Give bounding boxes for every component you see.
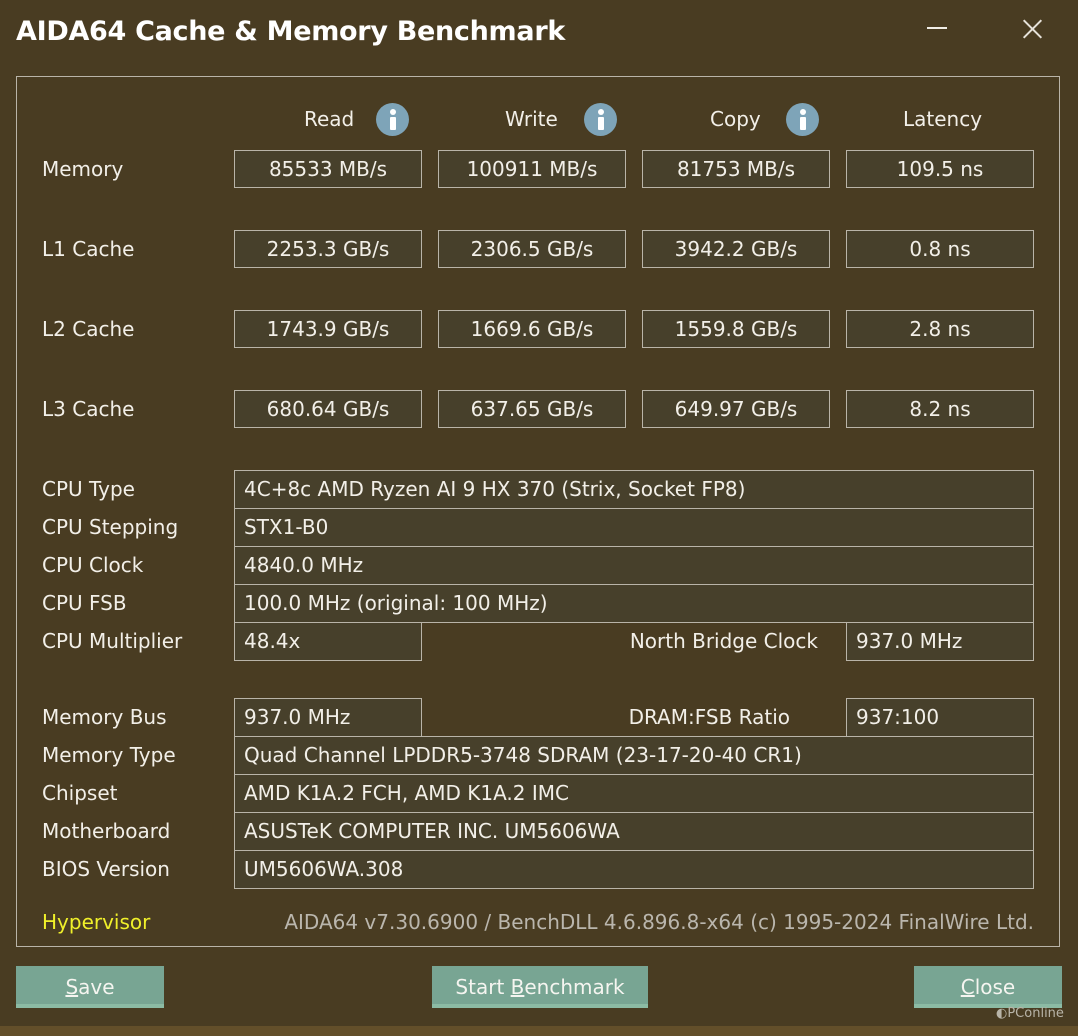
- l1-read-value: 2253.3 GB/s: [234, 230, 422, 268]
- close-button[interactable]: Close: [914, 966, 1062, 1008]
- column-header-latency: Latency: [903, 107, 983, 131]
- close-accel: C: [960, 975, 975, 999]
- north-bridge-clock-value: 937.0 MHz: [846, 622, 1034, 661]
- l2-copy-value: 1559.8 GB/s: [642, 310, 830, 348]
- motherboard-label: Motherboard: [42, 819, 171, 843]
- cpu-stepping-label: CPU Stepping: [42, 515, 179, 539]
- read-info-icon[interactable]: [376, 103, 409, 136]
- memory-bus-label: Memory Bus: [42, 705, 167, 729]
- l2-latency-value: 2.8 ns: [846, 310, 1034, 348]
- column-header-write: Write: [505, 107, 558, 131]
- copy-info-icon[interactable]: [786, 103, 819, 136]
- cpu-type-label: CPU Type: [42, 477, 135, 501]
- memory-type-value: Quad Channel LPDDR5-3748 SDRAM (23-17-20…: [234, 736, 1034, 775]
- column-header-read: Read: [304, 107, 355, 131]
- cpu-type-value: 4C+8c AMD Ryzen AI 9 HX 370 (Strix, Sock…: [234, 470, 1034, 509]
- l1-latency-value: 0.8 ns: [846, 230, 1034, 268]
- cpu-multiplier-label: CPU Multiplier: [42, 629, 183, 653]
- close-label: lose: [974, 975, 1016, 999]
- cpu-stepping-value: STX1-B0: [234, 508, 1034, 547]
- cpu-clock-label: CPU Clock: [42, 553, 144, 577]
- memory-write-value: 100911 MB/s: [438, 150, 626, 188]
- bios-version-label: BIOS Version: [42, 857, 170, 881]
- watermark-text: PConline: [1007, 1006, 1064, 1021]
- minimize-icon[interactable]: [917, 14, 957, 46]
- memory-type-label: Memory Type: [42, 743, 176, 767]
- taskbar-strip: [0, 1026, 1078, 1036]
- start-label-pre: Start: [455, 975, 511, 999]
- dram-fsb-ratio-value: 937:100: [846, 698, 1034, 737]
- memory-read-value: 85533 MB/s: [234, 150, 422, 188]
- chipset-value: AMD K1A.2 FCH, AMD K1A.2 IMC: [234, 774, 1034, 813]
- bios-version-value: UM5606WA.308: [234, 850, 1034, 889]
- l3-latency-value: 8.2 ns: [846, 390, 1034, 428]
- dram-fsb-ratio-label: DRAM:FSB Ratio: [628, 705, 790, 729]
- memory-latency-value: 109.5 ns: [846, 150, 1034, 188]
- save-label: ave: [78, 975, 115, 999]
- watermark-logo-icon: ◐: [996, 1006, 1008, 1021]
- row-label: L2 Cache: [42, 317, 135, 341]
- l1-write-value: 2306.5 GB/s: [438, 230, 626, 268]
- l2-write-value: 1669.6 GB/s: [438, 310, 626, 348]
- start-accel: B: [510, 975, 525, 999]
- chipset-label: Chipset: [42, 781, 118, 805]
- watermark: ◐PConline: [996, 1006, 1064, 1021]
- window-title: AIDA64 Cache & Memory Benchmark: [16, 16, 565, 47]
- row-label: Memory: [42, 157, 124, 181]
- row-label: L1 Cache: [42, 237, 135, 261]
- hypervisor-label: Hypervisor: [42, 910, 151, 934]
- version-text: AIDA64 v7.30.6900 / BenchDLL 4.6.896.8-x…: [284, 910, 1034, 934]
- l3-read-value: 680.64 GB/s: [234, 390, 422, 428]
- column-header-copy: Copy: [710, 107, 761, 131]
- cpu-multiplier-value: 48.4x: [234, 622, 422, 661]
- cpu-clock-value: 4840.0 MHz: [234, 546, 1034, 585]
- row-label: L3 Cache: [42, 397, 135, 421]
- save-accel: S: [65, 975, 79, 999]
- write-info-icon[interactable]: [584, 103, 617, 136]
- start-benchmark-button[interactable]: Start Benchmark: [432, 966, 648, 1008]
- north-bridge-clock-label: North Bridge Clock: [629, 629, 818, 653]
- cpu-fsb-label: CPU FSB: [42, 591, 127, 615]
- memory-bus-value: 937.0 MHz: [234, 698, 422, 737]
- save-button[interactable]: Save: [16, 966, 164, 1008]
- memory-copy-value: 81753 MB/s: [642, 150, 830, 188]
- l2-read-value: 1743.9 GB/s: [234, 310, 422, 348]
- motherboard-value: ASUSTeK COMPUTER INC. UM5606WA: [234, 812, 1034, 851]
- l1-copy-value: 3942.2 GB/s: [642, 230, 830, 268]
- cpu-fsb-value: 100.0 MHz (original: 100 MHz): [234, 584, 1034, 623]
- l3-copy-value: 649.97 GB/s: [642, 390, 830, 428]
- close-icon[interactable]: [1012, 14, 1052, 46]
- l3-write-value: 637.65 GB/s: [438, 390, 626, 428]
- start-label-rest: enchmark: [524, 975, 625, 999]
